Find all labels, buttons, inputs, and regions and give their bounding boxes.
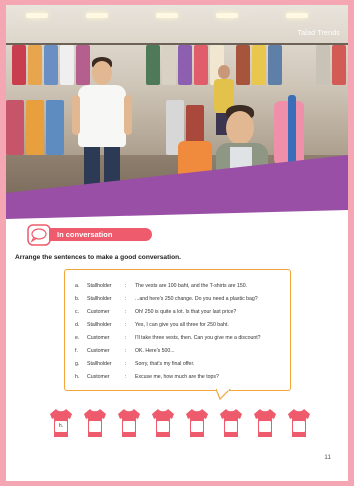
answer-number: 3 (127, 412, 131, 418)
answer-shirts: 1 h. 2 3 4 5 6 7 8 (49, 408, 311, 442)
line-speaker: Customer (87, 309, 110, 315)
line-speaker: Customer (87, 348, 110, 354)
line-letter: g. (75, 361, 80, 367)
line-colon: : (125, 374, 127, 380)
line-text: Sorry, that's my final offer. (135, 361, 195, 367)
instruction-text: Arrange the sentences to make a good con… (15, 254, 181, 261)
line-text: ...and here's 250 change. Do you need a … (135, 296, 258, 302)
answer-shirt-1[interactable]: 1 h. (49, 408, 73, 438)
answer-slot[interactable] (225, 421, 237, 432)
speech-tail (216, 389, 231, 401)
line-letter: h. (75, 374, 80, 380)
line-speaker: Customer (87, 335, 110, 341)
page-inner: Talad Trends In conversation Arrange the… (6, 5, 348, 481)
line-text: Yes, I can give you all three for 250 ba… (135, 322, 229, 328)
page: Talad Trends In conversation Arrange the… (0, 0, 354, 486)
answer-number: 1 (59, 412, 63, 418)
answer-shirt-5[interactable]: 5 (185, 408, 209, 438)
line-letter: c. (75, 309, 80, 315)
line-text: Excuse me, how much are the tops? (135, 374, 219, 380)
answer-slot[interactable] (89, 421, 101, 432)
line-colon: : (125, 335, 127, 341)
line-letter: d. (75, 322, 80, 328)
line-colon: : (125, 283, 127, 289)
line-colon: : (125, 348, 127, 354)
line-letter: f. (75, 348, 78, 354)
answer-shirt-6[interactable]: 6 (219, 408, 243, 438)
conversation-box: a. Stallholder : The vests are 100 baht,… (64, 269, 291, 391)
line-text: I'll take three vests, then. Can you giv… (135, 335, 261, 341)
line-colon: : (125, 296, 127, 302)
answer-number: 7 (263, 412, 267, 418)
answer-number: 6 (229, 412, 233, 418)
answer-shirt-7[interactable]: 7 (253, 408, 277, 438)
answer-shirt-4[interactable]: 4 (151, 408, 175, 438)
speech-bubble-icon (27, 224, 51, 246)
answer-number: 4 (161, 412, 165, 418)
line-colon: : (125, 361, 127, 367)
answer-slot[interactable]: h. (55, 421, 67, 432)
answer-shirt-2[interactable]: 2 (83, 408, 107, 438)
line-speaker: Stallholder (87, 361, 112, 367)
line-letter: b. (75, 296, 80, 302)
answer-slot[interactable] (123, 421, 135, 432)
line-speaker: Stallholder (87, 283, 112, 289)
line-text: Oh! 250 is quite a lot. Is that your las… (135, 309, 237, 315)
line-colon: : (125, 322, 127, 328)
line-text: OK. Here's 500... (135, 348, 175, 354)
line-letter: e. (75, 335, 80, 341)
answer-slot[interactable] (157, 421, 169, 432)
answer-shirt-3[interactable]: 3 (117, 408, 141, 438)
answer-number: 5 (195, 412, 199, 418)
line-letter: a. (75, 283, 80, 289)
answer-shirt-8[interactable]: 8 (287, 408, 311, 438)
line-colon: : (125, 309, 127, 315)
chapter-title-tag: Talad Trends (297, 30, 340, 37)
answer-slot[interactable] (259, 421, 271, 432)
answer-slot[interactable] (191, 421, 203, 432)
answer-number: 2 (93, 412, 97, 418)
line-speaker: Stallholder (87, 322, 112, 328)
section-title: In conversation (49, 228, 152, 241)
line-speaker: Stallholder (87, 296, 112, 302)
line-text: The vests are 100 baht, and the T-shirts… (135, 283, 248, 289)
page-number: 11 (324, 454, 331, 461)
line-speaker: Customer (87, 374, 110, 380)
answer-number: 8 (297, 412, 301, 418)
answer-slot[interactable] (293, 421, 305, 432)
